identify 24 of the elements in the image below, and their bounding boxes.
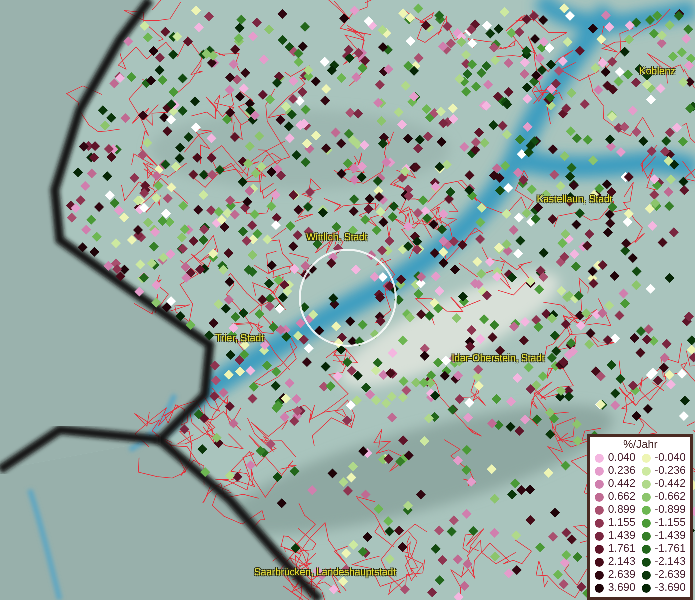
legend-label: -0.662: [654, 491, 686, 504]
legend-label: 2.639: [608, 569, 636, 582]
legend-label: -1.761: [654, 543, 686, 556]
legend-label: 0.442: [608, 478, 636, 491]
legend-label: -1.439: [654, 530, 686, 543]
legend-label: 0.040: [608, 452, 636, 465]
legend-label: -0.040: [654, 452, 686, 465]
legend-label: 1.439: [608, 530, 636, 543]
legend-label: 0.236: [608, 465, 636, 478]
legend-label: -0.442: [654, 478, 686, 491]
legend-label: 3.690: [608, 582, 636, 595]
legend-label: -1.155: [654, 517, 686, 530]
legend-label: 2.143: [608, 556, 636, 569]
legend-label: -3.690: [654, 582, 686, 595]
legend-label: 0.899: [608, 504, 636, 517]
legend-title: %/Jahr: [622, 439, 659, 452]
legend-label: -2.639: [654, 569, 686, 582]
legend-label: -0.899: [654, 504, 686, 517]
legend-label: 1.761: [608, 543, 636, 556]
legend-label: -2.143: [654, 556, 686, 569]
place-label: Idar-Oberstein, Stadt: [452, 353, 545, 364]
legend-label: 0.662: [608, 491, 636, 504]
legend-label: 1.155: [608, 517, 636, 530]
legend-label: -0.236: [654, 465, 686, 478]
